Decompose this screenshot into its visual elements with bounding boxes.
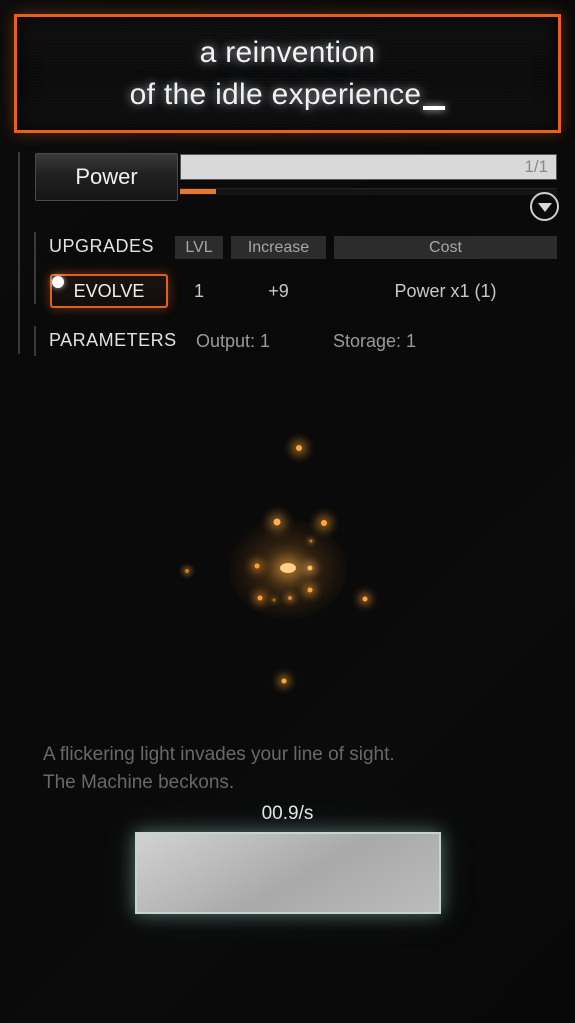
power-progress-bar[interactable]: 1/1 [180, 154, 557, 180]
page-title: a reinvention of the idle experience [130, 32, 446, 115]
upgrades-rail [34, 232, 36, 304]
header-banner: a reinvention of the idle experience [14, 14, 561, 133]
light-particle [254, 563, 260, 569]
light-particle [273, 518, 281, 526]
light-particle [257, 595, 263, 601]
parameters-rail [34, 326, 36, 356]
chevron-down-icon[interactable] [530, 192, 559, 221]
power-secondary-track [180, 188, 557, 195]
upgrade-available-badge [52, 276, 64, 288]
main-action-button[interactable] [135, 832, 441, 914]
light-particle [307, 587, 313, 593]
light-particle [288, 596, 292, 600]
header-title-text: a reinvention of the idle experience [129, 36, 422, 111]
upgrade-evolve-increase: +9 [268, 281, 289, 301]
story-narration: A flickering light invades your line of … [43, 744, 395, 793]
light-particle [296, 445, 302, 451]
light-particle [307, 565, 313, 571]
upgrade-evolve-lvl: 1 [193, 281, 204, 301]
light-particle [321, 520, 327, 526]
chevron-down-glyph [537, 202, 552, 212]
upgrade-evolve-button[interactable]: EVOLVE [50, 274, 168, 308]
upgrade-evolve-cost: Power x1 (1) [394, 281, 497, 301]
column-header-cost[interactable]: Cost [334, 236, 557, 259]
parameter-storage: Storage: 1 [333, 331, 417, 351]
light-particle [362, 596, 368, 602]
typing-caret [423, 105, 446, 110]
light-particle [281, 678, 287, 684]
parameters-section-label: PARAMETERS [49, 330, 177, 350]
column-header-increase[interactable]: Increase [231, 236, 326, 259]
upgrades-section-label: UPGRADES [49, 236, 155, 256]
rate-readout: 00.9/s [261, 803, 314, 824]
idle-game-screen: a reinvention of the idle experience Pow… [0, 0, 575, 1023]
parameter-output: Output: 1 [196, 331, 271, 351]
power-progress-value: 1/1 [524, 157, 548, 176]
light-particle [185, 569, 189, 573]
section-rail [18, 152, 20, 354]
power-button[interactable]: Power [35, 153, 178, 201]
column-header-lvl[interactable]: LVL [175, 236, 223, 259]
power-secondary-fill [180, 189, 216, 194]
light-particle [272, 598, 276, 602]
particle-field [0, 380, 575, 720]
light-particle [309, 539, 313, 543]
core-light-point [280, 563, 296, 573]
